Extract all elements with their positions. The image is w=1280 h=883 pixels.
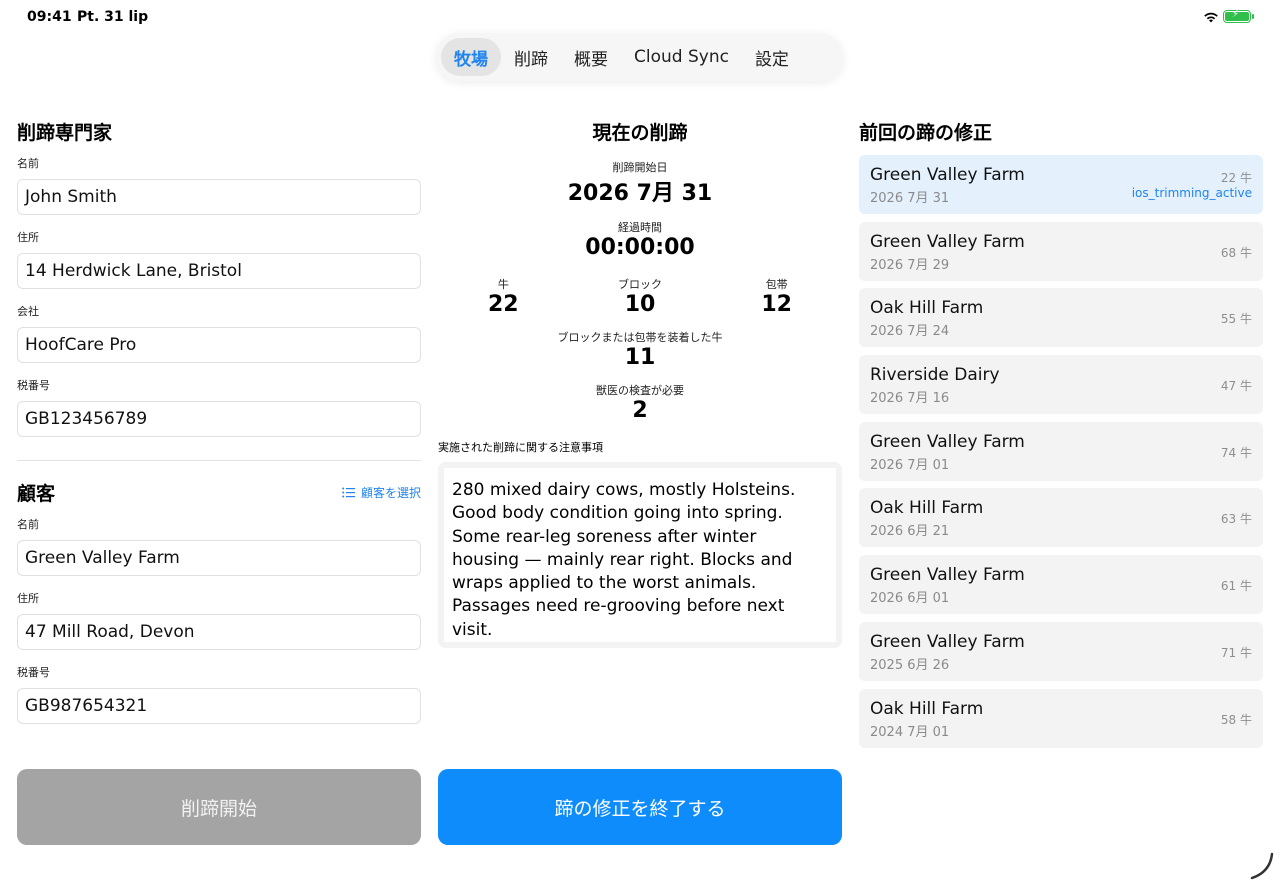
- record-cow-count: 22 牛: [1220, 171, 1252, 185]
- top-tab-bar: 牧場 削蹄 概要 Cloud Sync 設定: [436, 33, 843, 81]
- previous-trimmings-list: Green Valley Farm 2026 7月 31 22 牛 ios_tr…: [859, 155, 1263, 748]
- record-farm-name: Oak Hill Farm: [870, 698, 984, 719]
- record-farm-name: Oak Hill Farm: [870, 498, 984, 519]
- trimmer-address-field[interactable]: 14 Herdwick Lane, Bristol: [17, 253, 421, 289]
- customer-header: 顧客 顧客を選択: [17, 479, 421, 506]
- record-farm-name: Green Valley Farm: [870, 231, 1025, 252]
- list-item[interactable]: Green Valley Farm 2026 7月 29 68 牛: [859, 221, 1263, 281]
- trimmer-company-field[interactable]: HoofCare Pro: [17, 327, 421, 363]
- record-farm-name: Riverside Dairy: [870, 365, 1000, 386]
- record-date: 2026 6月 01: [870, 591, 950, 607]
- tab-cloud-sync[interactable]: Cloud Sync: [621, 38, 742, 76]
- customer-name-field[interactable]: Green Valley Farm: [17, 540, 421, 576]
- trimmer-name-label: 名前: [17, 157, 39, 170]
- section-divider: [17, 460, 421, 461]
- record-date: 2026 7月 01: [870, 457, 950, 473]
- trimmer-address-label: 住所: [17, 231, 39, 244]
- record-date: 2025 6月 26: [870, 657, 950, 673]
- blocks-value: 10: [624, 292, 656, 317]
- wraps-label: 包帯: [765, 278, 788, 291]
- customer-address-label: 住所: [17, 592, 39, 605]
- list-item[interactable]: Green Valley Farm 2026 6月 01 61 牛: [859, 555, 1263, 615]
- tab-farm[interactable]: 牧場: [441, 38, 501, 76]
- notes-container: 280 mixed dairy cows, mostly Holsteins. …: [438, 462, 842, 648]
- blocked-cows-value: 11: [624, 345, 656, 370]
- trimmer-tax-label: 税番号: [17, 379, 50, 392]
- list-item[interactable]: Green Valley Farm 2025 6月 26 71 牛: [859, 621, 1263, 681]
- record-farm-name: Green Valley Farm: [870, 165, 1025, 185]
- record-farm-name: Green Valley Farm: [870, 431, 1025, 452]
- list-item[interactable]: Oak Hill Farm 2026 6月 21 63 牛: [859, 488, 1263, 548]
- record-cow-count: 61 牛: [1220, 579, 1252, 594]
- wraps-value: 12: [761, 292, 792, 317]
- status-bar: 09:41 Pt. 31 lip ⚡: [0, 0, 1280, 34]
- customer-tax-field[interactable]: GB987654321: [17, 688, 421, 724]
- resize-handle-icon[interactable]: [1246, 852, 1276, 882]
- trimmer-company-label: 会社: [17, 305, 39, 318]
- current-trimming-title: 現在の削蹄: [592, 122, 688, 144]
- current-trimming-panel: 現在の削蹄 削蹄開始日 2026 7月 31 経過時間 00:00:00 牛 2…: [438, 118, 842, 648]
- battery-icon: ⚡: [1223, 9, 1254, 23]
- record-date: 2026 7月 29: [870, 257, 950, 273]
- customer-address-field[interactable]: 47 Mill Road, Devon: [17, 614, 421, 650]
- select-customer-button[interactable]: 顧客を選択: [342, 484, 421, 501]
- record-farm-name: Oak Hill Farm: [870, 298, 984, 319]
- select-customer-label: 顧客を選択: [360, 486, 421, 500]
- tab-summary[interactable]: 概要: [561, 38, 621, 76]
- status-date: Pt. 31 lip: [77, 9, 149, 25]
- record-cow-count: 71 牛: [1220, 645, 1252, 660]
- list-item[interactable]: Green Valley Farm 2026 7月 01 74 牛: [859, 421, 1263, 481]
- start-date-label: 削蹄開始日: [612, 161, 668, 174]
- elapsed-time-label: 経過時間: [618, 221, 662, 234]
- list-item[interactable]: Riverside Dairy 2026 7月 16 47 牛: [859, 355, 1263, 415]
- trimmer-tax-field[interactable]: GB123456789: [17, 401, 421, 437]
- start-date-value: 2026 7月 31: [567, 181, 713, 206]
- blocks-label: ブロック: [618, 278, 662, 291]
- record-date: 2026 7月 16: [870, 391, 950, 407]
- previous-trimmings-panel: 前回の蹄の修正 Green Valley Farm 2026 7月 31 22 …: [859, 118, 1263, 755]
- left-column: 削蹄専門家 名前 John Smith 住所 14 Herdwick Lane,…: [17, 118, 421, 724]
- cows-value: 22: [488, 292, 519, 317]
- list-item[interactable]: Green Valley Farm 2026 7月 31 22 牛 ios_tr…: [859, 155, 1263, 214]
- record-status-tag: ios_trimming_active: [1131, 186, 1252, 200]
- record-farm-name: Green Valley Farm: [870, 631, 1025, 652]
- list-item[interactable]: Oak Hill Farm 2024 7月 01 58 牛: [859, 688, 1263, 748]
- trimmer-name-field[interactable]: John Smith: [17, 179, 421, 215]
- start-trimming-button[interactable]: 削蹄開始: [17, 769, 421, 845]
- record-date: 2024 7月 01: [870, 724, 950, 740]
- record-cow-count: 55 牛: [1220, 312, 1252, 327]
- record-cow-count: 74 牛: [1220, 445, 1252, 460]
- list-icon: [342, 487, 355, 498]
- vet-check-value: 2: [632, 398, 648, 423]
- cows-label: 牛: [497, 278, 509, 291]
- trimmer-section-title: 削蹄専門家: [17, 122, 113, 144]
- notes-label: 実施された削蹄に関する注意事項: [438, 441, 603, 454]
- customer-section-title: 顧客: [17, 483, 56, 505]
- list-item[interactable]: Oak Hill Farm 2026 7月 24 55 牛: [859, 288, 1263, 348]
- status-time: 09:41: [27, 9, 72, 25]
- record-date: 2026 7月 24: [870, 324, 950, 340]
- counts-row: 牛 22 ブロック 10 包帯 12: [438, 276, 842, 317]
- customer-tax-label: 税番号: [17, 666, 50, 679]
- record-date: 2026 6月 21: [870, 524, 950, 540]
- record-cow-count: 58 牛: [1220, 712, 1252, 727]
- finish-trimming-button[interactable]: 蹄の修正を終了する: [438, 769, 842, 845]
- blocked-cows-label: ブロックまたは包帯を装着した牛: [557, 331, 723, 344]
- record-farm-name: Green Valley Farm: [870, 565, 1025, 586]
- tab-trimming[interactable]: 削蹄: [501, 38, 561, 76]
- tab-settings[interactable]: 設定: [742, 38, 802, 76]
- elapsed-time-value: 00:00:00: [585, 235, 695, 260]
- record-cow-count: 63 牛: [1220, 512, 1252, 527]
- notes-textarea[interactable]: 280 mixed dairy cows, mostly Holsteins. …: [444, 468, 836, 642]
- customer-name-label: 名前: [17, 518, 39, 531]
- record-cow-count: 68 牛: [1220, 245, 1252, 260]
- previous-trimmings-title: 前回の蹄の修正: [859, 122, 993, 144]
- vet-check-label: 獣医の検査が必要: [596, 384, 684, 397]
- wifi-icon: [1204, 12, 1218, 23]
- record-cow-count: 47 牛: [1220, 379, 1252, 394]
